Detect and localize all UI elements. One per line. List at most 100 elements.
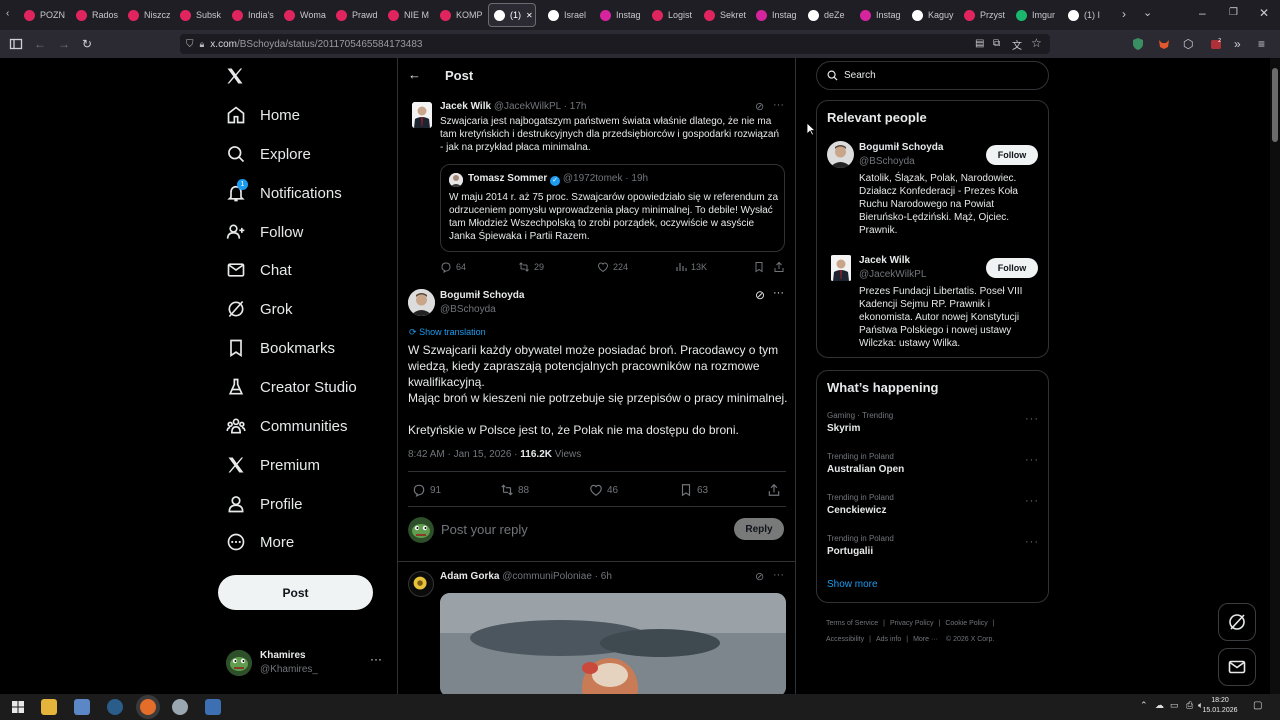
- back-icon[interactable]: ←: [34, 37, 48, 51]
- nav-item-profile[interactable]: Profile: [218, 486, 311, 522]
- nav-item-home[interactable]: Home: [218, 97, 308, 133]
- restore-window-icon[interactable]: ❐: [1229, 7, 1238, 18]
- taskbar-clock[interactable]: 18:20 15.01.2026: [1202, 696, 1238, 716]
- person-name[interactable]: Bogumił Schoyda: [859, 142, 943, 153]
- app-icon[interactable]: [172, 699, 188, 715]
- footer-link[interactable]: More ···: [913, 636, 938, 643]
- follow-button[interactable]: Follow: [986, 145, 1038, 165]
- author-name[interactable]: Bogumił Schoyda: [440, 290, 524, 301]
- browser-tab[interactable]: Instag: [860, 4, 904, 26]
- shield-icon[interactable]: ⛉: [186, 39, 194, 50]
- sidebar-toggle-icon[interactable]: [9, 37, 23, 51]
- reload-icon[interactable]: ↻: [82, 37, 96, 51]
- reply-action[interactable]: 91: [412, 483, 441, 497]
- nav-item-notifications[interactable]: 1 Notifications: [218, 175, 350, 211]
- minimize-window-icon[interactable]: –: [1199, 6, 1206, 20]
- grok-icon[interactable]: ⊘: [755, 288, 765, 302]
- extension-badge-icon[interactable]: 2: [1209, 37, 1223, 51]
- screenshot-icon[interactable]: ⧉: [993, 38, 1000, 49]
- bookmark-action[interactable]: [753, 261, 765, 273]
- nav-item-premium[interactable]: Premium: [218, 447, 328, 483]
- quote-author-handle[interactable]: @1972tomek: [563, 173, 623, 184]
- avatar[interactable]: [827, 141, 854, 168]
- notification-center-icon[interactable]: ▢: [1253, 700, 1262, 711]
- trend-more-icon[interactable]: ···: [1025, 495, 1039, 507]
- tray-overflow-icon[interactable]: ⌃: [1140, 700, 1148, 711]
- bookmark-action[interactable]: 63: [679, 483, 708, 497]
- extension-fox-icon[interactable]: [1157, 37, 1171, 51]
- post-button[interactable]: Post: [218, 575, 373, 610]
- reply-button[interactable]: Reply: [734, 518, 784, 540]
- quote-time[interactable]: · 19h: [625, 173, 648, 184]
- follow-button[interactable]: Follow: [986, 258, 1038, 278]
- tweet-media-image[interactable]: [440, 593, 786, 694]
- firefox-icon[interactable]: [140, 699, 156, 715]
- grok-icon[interactable]: ⊘: [755, 570, 764, 583]
- address-bar[interactable]: ⛉ 🔒︎ x.com/BSchoyda/status/2011705465584…: [180, 34, 1050, 54]
- browser-tab[interactable]: Kaguy: [912, 4, 956, 26]
- browser-tab[interactable]: Woma: [284, 4, 328, 26]
- author-name[interactable]: Jacek Wilk: [440, 101, 491, 112]
- person-handle[interactable]: @JacekWilkPL: [859, 269, 926, 280]
- browser-tab[interactable]: Przyst: [964, 4, 1008, 26]
- page-scrollbar[interactable]: [1270, 58, 1280, 694]
- like-action[interactable]: 224: [597, 261, 628, 273]
- browser-tab[interactable]: India's: [232, 4, 276, 26]
- computer-icon[interactable]: [74, 699, 90, 715]
- avatar[interactable]: [830, 255, 852, 281]
- browser-tab[interactable]: Rados: [76, 4, 120, 26]
- tweet-time[interactable]: · 17h: [564, 101, 587, 112]
- overflow-chevron-icon[interactable]: »: [1234, 37, 1248, 51]
- tab-close-icon[interactable]: ✕: [526, 11, 533, 20]
- reply-input[interactable]: Post your reply: [441, 522, 721, 537]
- browser-tab-active[interactable]: (1) ✕: [488, 3, 536, 27]
- like-action[interactable]: 46: [589, 483, 618, 497]
- lock-icon[interactable]: 🔒︎: [200, 39, 205, 50]
- trend-item[interactable]: Trending in Poland Australian Open ···: [817, 451, 1048, 487]
- author-name[interactable]: Adam Gorka: [440, 571, 499, 582]
- footer-link[interactable]: Cookie Policy: [945, 620, 987, 627]
- browser-tab[interactable]: Prawd: [336, 4, 380, 26]
- close-window-icon[interactable]: ✕: [1259, 6, 1269, 20]
- nav-item-explore[interactable]: Explore: [218, 136, 319, 172]
- menu-icon[interactable]: ≡: [1258, 37, 1272, 51]
- calculator-icon[interactable]: [205, 699, 221, 715]
- share-action[interactable]: [773, 261, 785, 273]
- bookmark-star-icon[interactable]: ☆: [1031, 36, 1042, 50]
- browser-tab[interactable]: Logist: [652, 4, 696, 26]
- browser-tab[interactable]: Israel: [548, 4, 592, 26]
- tweet-more-icon[interactable]: ···: [773, 287, 784, 299]
- translate-icon[interactable]: 文: [1012, 37, 1022, 52]
- scrollbar-thumb[interactable]: [1272, 68, 1278, 142]
- tab-scroll-right-icon[interactable]: ›: [1122, 7, 1126, 21]
- show-more-link[interactable]: Show more: [827, 579, 878, 590]
- tweet-more-icon[interactable]: ···: [773, 99, 784, 111]
- nav-item-bookmarks[interactable]: Bookmarks: [218, 330, 343, 366]
- person-name[interactable]: Jacek Wilk: [859, 255, 910, 266]
- trend-more-icon[interactable]: ···: [1025, 536, 1039, 548]
- author-handle[interactable]: @communiPoloniae: [502, 571, 592, 582]
- nav-item-follow[interactable]: Follow: [218, 214, 311, 250]
- nav-item-chat[interactable]: Chat: [218, 252, 300, 288]
- windows-start-icon[interactable]: [10, 699, 26, 715]
- browser-tab[interactable]: deZe: [808, 4, 852, 26]
- author-handle[interactable]: @JacekWilkPL: [494, 101, 561, 112]
- browser-tab[interactable]: Instag: [600, 4, 644, 26]
- extensions-icon[interactable]: ⬡: [1183, 37, 1197, 51]
- nav-item-more[interactable]: More: [218, 524, 302, 560]
- microphone-icon[interactable]: ⎙: [1186, 700, 1193, 711]
- trend-more-icon[interactable]: ···: [1025, 413, 1039, 425]
- extension-shield-icon[interactable]: [1131, 37, 1145, 51]
- browser-tab[interactable]: POZN: [24, 4, 68, 26]
- footer-link[interactable]: Accessibility: [826, 636, 864, 643]
- search-input[interactable]: Search: [816, 61, 1049, 90]
- steam-icon[interactable]: [107, 699, 123, 715]
- forward-icon[interactable]: →: [58, 37, 72, 51]
- person-handle[interactable]: @BSchoyda: [859, 156, 915, 167]
- show-translation-link[interactable]: ⟳ Show translation: [409, 327, 486, 338]
- footer-link[interactable]: Privacy Policy: [890, 620, 934, 627]
- nav-item-creator-studio[interactable]: Creator Studio: [218, 369, 365, 405]
- browser-tab[interactable]: KOMP: [440, 4, 484, 26]
- reply-action[interactable]: 64: [440, 261, 466, 273]
- reader-view-icon[interactable]: ▤: [975, 38, 984, 49]
